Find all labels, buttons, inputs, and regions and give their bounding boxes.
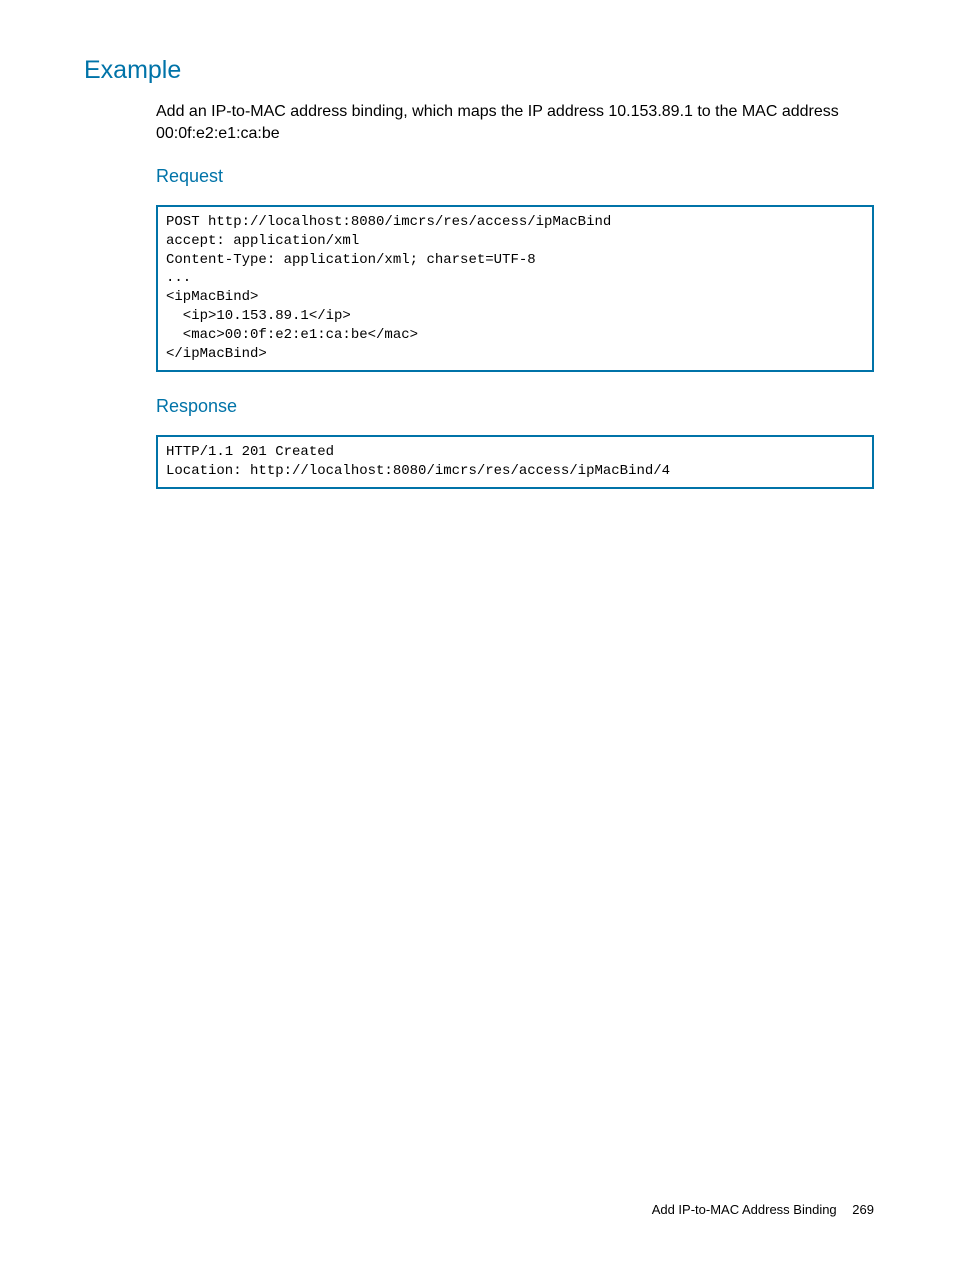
page-footer: Add IP-to-MAC Address Binding 269 (652, 1202, 874, 1217)
response-heading: Response (156, 396, 874, 417)
example-description: Add an IP-to-MAC address binding, which … (156, 101, 874, 146)
request-code-block: POST http://localhost:8080/imcrs/res/acc… (156, 205, 874, 372)
response-code-block: HTTP/1.1 201 Created Location: http://lo… (156, 435, 874, 489)
page-number: 269 (852, 1202, 874, 1217)
request-heading: Request (156, 166, 874, 187)
example-heading: Example (84, 56, 874, 85)
footer-title: Add IP-to-MAC Address Binding (652, 1202, 837, 1217)
